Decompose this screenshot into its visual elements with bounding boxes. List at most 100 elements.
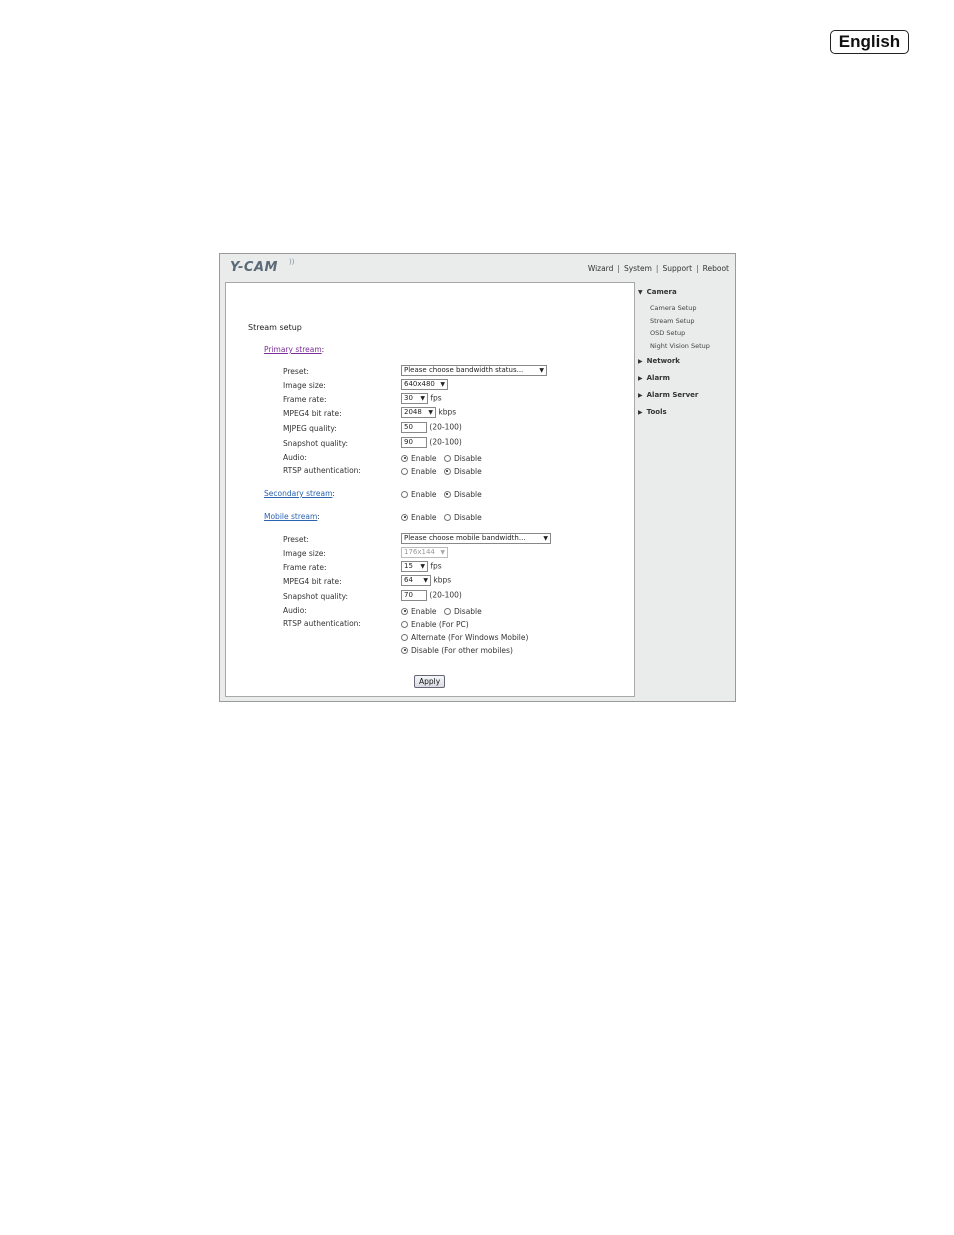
mobile-mpeg4-select[interactable]: 64 ▼ <box>401 575 431 586</box>
primary-image-size-row: 640x480 ▼ <box>401 379 448 390</box>
secondary-disable-radio[interactable] <box>443 490 451 498</box>
sidebar-item-osd-setup[interactable]: OSD Setup <box>650 329 685 337</box>
mobile-rtsp-option-pc: Enable (For PC) <box>401 619 474 629</box>
sidebar-item-night-vision-setup[interactable]: Night Vision Setup <box>650 342 710 350</box>
primary-frame-rate-row: 30 ▼ fps <box>401 393 442 404</box>
sidebar-alarm[interactable]: ▶ Alarm <box>638 374 670 382</box>
mobile-mpeg4-label: MPEG4 bit rate: <box>283 577 342 586</box>
radio-label: Disable <box>453 512 482 522</box>
triangle-right-icon: ▶ <box>638 392 643 399</box>
mobile-audio-enable-radio[interactable] <box>401 607 408 615</box>
radio-label: Alternate (For Windows Mobile) <box>411 632 529 642</box>
primary-image-size-select[interactable]: 640x480 ▼ <box>401 379 448 390</box>
mobile-frame-rate-select[interactable]: 15 ▼ <box>401 561 428 572</box>
primary-mpeg4-row: 2048 ▼ kbps <box>401 407 456 418</box>
sidebar-alarm-server[interactable]: ▶ Alarm Server <box>638 391 698 399</box>
primary-image-size-value: 640x480 <box>404 380 435 388</box>
sidebar-label: Tools <box>646 408 667 416</box>
mobile-stream-link[interactable]: Mobile stream <box>264 512 317 521</box>
mobile-disable-radio[interactable] <box>443 513 451 521</box>
primary-audio-disable-radio[interactable] <box>443 454 451 462</box>
mobile-mpeg4-value: 64 <box>404 576 413 584</box>
mobile-audio-disable-radio[interactable] <box>443 607 451 615</box>
sidebar-item-stream-setup[interactable]: Stream Setup <box>650 317 695 325</box>
radio-label: Disable (For other mobiles) <box>411 645 513 655</box>
chevron-down-icon: ▼ <box>440 549 445 556</box>
wizard-link[interactable]: Wizard <box>588 264 614 273</box>
mobile-image-size-select: 176x144 ▼ <box>401 547 448 558</box>
primary-frame-rate-value: 30 <box>404 394 413 402</box>
mobile-rtsp-option-windows-mobile: Alternate (For Windows Mobile) <box>401 632 533 642</box>
mobile-stream-heading: Mobile stream: <box>264 512 320 521</box>
sidebar-label: Network <box>646 357 680 365</box>
secondary-enable-radio[interactable] <box>401 490 408 498</box>
primary-snapshot-label: Snapshot quality: <box>283 439 349 448</box>
sidebar-network[interactable]: ▶ Network <box>638 357 680 365</box>
mobile-rtsp-alternate-radio[interactable] <box>401 633 408 641</box>
page-title: Stream setup <box>248 323 302 332</box>
mobile-frame-rate-label: Frame rate: <box>283 563 327 572</box>
apply-button[interactable]: Apply <box>414 675 446 688</box>
nav-separator: | <box>655 264 659 273</box>
secondary-stream-heading: Secondary stream: <box>264 489 335 498</box>
primary-mpeg4-label: MPEG4 bit rate: <box>283 409 342 418</box>
radio-label: Enable <box>411 489 437 499</box>
triangle-right-icon: ▶ <box>638 409 643 416</box>
radio-label: Enable (For PC) <box>411 619 469 629</box>
mobile-mpeg4-row: 64 ▼ kbps <box>401 575 451 586</box>
primary-mjpeg-input[interactable]: 50 <box>401 422 427 433</box>
camera-web-ui-screenshot: Y-CAM )) Wizard | System | Support | Reboot St… <box>219 253 736 702</box>
range-hint: (20-100) <box>429 437 462 447</box>
mobile-preset-select[interactable]: Please choose mobile bandwidth... ▼ <box>401 533 551 544</box>
primary-stream-link[interactable]: Primary stream <box>264 345 322 354</box>
system-link[interactable]: System <box>624 264 652 273</box>
mobile-snapshot-row: 70 (20-100) <box>401 590 462 601</box>
sidebar-label: Alarm <box>646 374 670 382</box>
chevron-down-icon: ▼ <box>543 535 548 542</box>
radio-label: Disable <box>453 489 482 499</box>
mobile-rtsp-label: RTSP authentication: <box>283 619 361 628</box>
range-hint: (20-100) <box>429 422 462 432</box>
primary-snapshot-row: 90 (20-100) <box>401 437 462 448</box>
radio-label: Enable <box>411 512 437 522</box>
mobile-preset-row: Please choose mobile bandwidth... ▼ <box>401 533 551 544</box>
primary-frame-rate-select[interactable]: 30 ▼ <box>401 393 428 404</box>
primary-rtsp-enable-radio[interactable] <box>401 467 408 475</box>
sidebar-item-camera-setup[interactable]: Camera Setup <box>650 304 697 312</box>
primary-mpeg4-select[interactable]: 2048 ▼ <box>401 407 436 418</box>
sidebar-camera[interactable]: ▼ Camera <box>638 288 677 296</box>
nav-separator: | <box>696 264 699 273</box>
primary-preset-value: Please choose bandwidth status... <box>404 366 524 374</box>
chevron-down-icon: ▼ <box>440 381 445 388</box>
support-link[interactable]: Support <box>662 264 692 273</box>
triangle-right-icon: ▶ <box>638 375 643 382</box>
mobile-image-size-label: Image size: <box>283 549 326 558</box>
chevron-down-icon: ▼ <box>420 563 425 570</box>
primary-snapshot-input[interactable]: 90 <box>401 437 427 448</box>
mobile-image-size-row: 176x144 ▼ <box>401 547 448 558</box>
sidebar-tools[interactable]: ▶ Tools <box>638 408 667 416</box>
mobile-rtsp-disable-radio[interactable] <box>401 646 408 654</box>
primary-preset-select[interactable]: Please choose bandwidth status... ▼ <box>401 365 547 376</box>
primary-preset-row: Please choose bandwidth status... ▼ <box>401 365 547 376</box>
primary-mpeg4-value: 2048 <box>404 408 422 416</box>
chevron-down-icon: ▼ <box>428 409 433 416</box>
language-badge: English <box>830 30 909 54</box>
primary-rtsp-disable-radio[interactable] <box>443 467 451 475</box>
primary-audio-enable-radio[interactable] <box>401 454 408 462</box>
colon: : <box>321 345 325 354</box>
range-hint: (20-100) <box>429 590 462 600</box>
reboot-link[interactable]: Reboot <box>703 264 729 273</box>
mobile-snapshot-input[interactable]: 70 <box>401 590 427 601</box>
primary-mjpeg-row: 50 (20-100) <box>401 422 462 433</box>
mobile-enable-radio[interactable] <box>401 513 408 521</box>
primary-audio-label: Audio: <box>283 453 307 462</box>
colon: : <box>332 489 335 498</box>
radio-label: Enable <box>411 466 437 476</box>
primary-rtsp-group: Enable Disable <box>401 466 487 476</box>
fps-unit: fps <box>430 393 442 403</box>
secondary-stream-link[interactable]: Secondary stream <box>264 489 332 498</box>
mobile-rtsp-enable-radio[interactable] <box>401 620 408 628</box>
mobile-preset-value: Please choose mobile bandwidth... <box>404 534 526 542</box>
primary-image-size-label: Image size: <box>283 381 326 390</box>
